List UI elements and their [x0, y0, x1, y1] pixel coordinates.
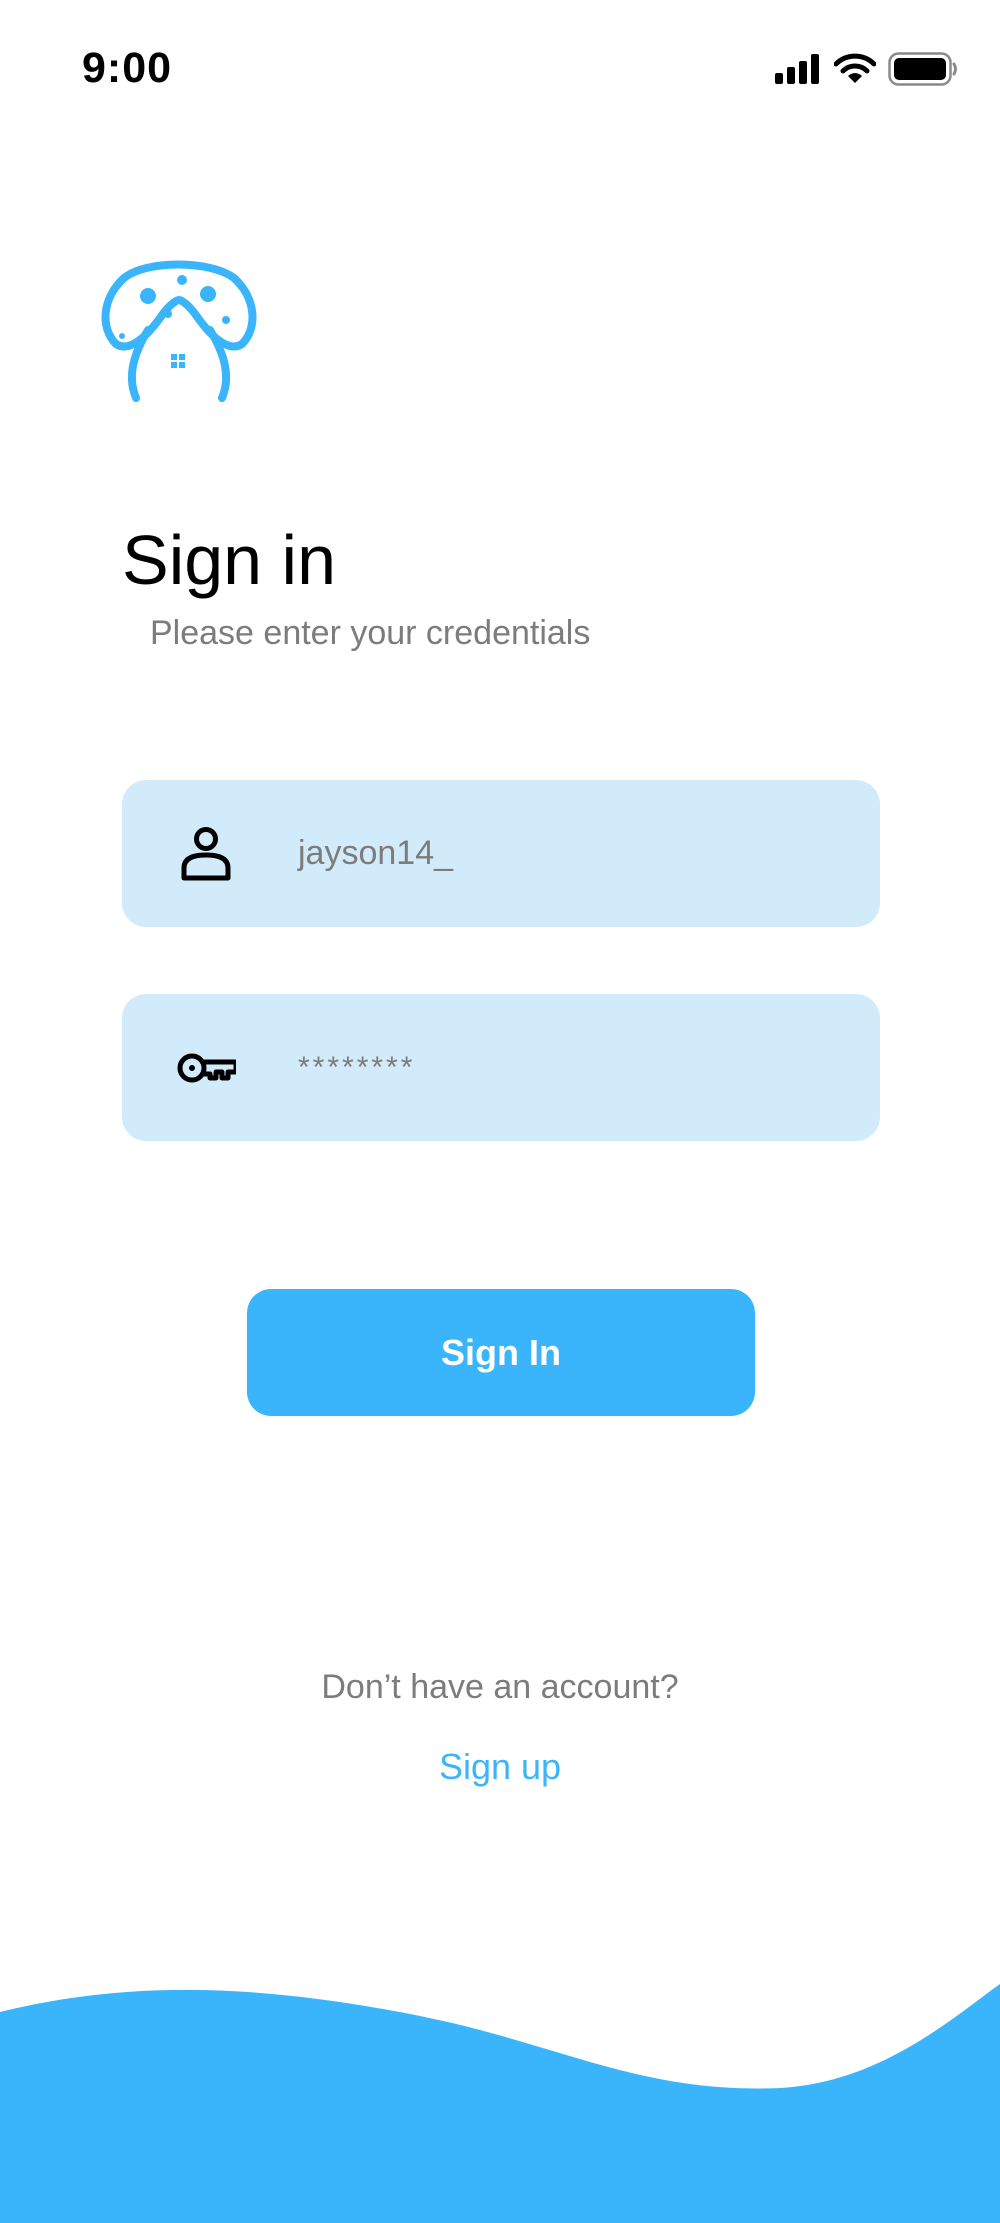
username-value[interactable]: jayson14_	[298, 780, 453, 927]
mushroom-house-logo	[101, 260, 257, 402]
signal-icon	[775, 54, 819, 84]
password-field[interactable]: ********	[122, 994, 880, 1141]
battery-icon	[888, 52, 957, 86]
bottom-wave	[0, 1984, 1000, 2223]
page-subtitle: Please enter your credentials	[150, 614, 591, 652]
username-field[interactable]: jayson14_	[122, 780, 880, 927]
sign-up-link[interactable]: Sign up	[0, 1746, 1000, 1788]
page-title: Sign in	[122, 521, 337, 599]
status-bar: 9:00	[0, 0, 1000, 140]
sign-in-button[interactable]: Sign In	[247, 1289, 755, 1416]
wifi-icon	[834, 53, 876, 83]
key-icon	[177, 1053, 236, 1083]
signup-prompt: Don’t have an account?	[321, 1668, 679, 1706]
password-value[interactable]: ********	[298, 994, 415, 1141]
status-icons	[774, 52, 958, 86]
user-icon	[181, 827, 231, 881]
status-time: 9:00	[82, 44, 173, 92]
